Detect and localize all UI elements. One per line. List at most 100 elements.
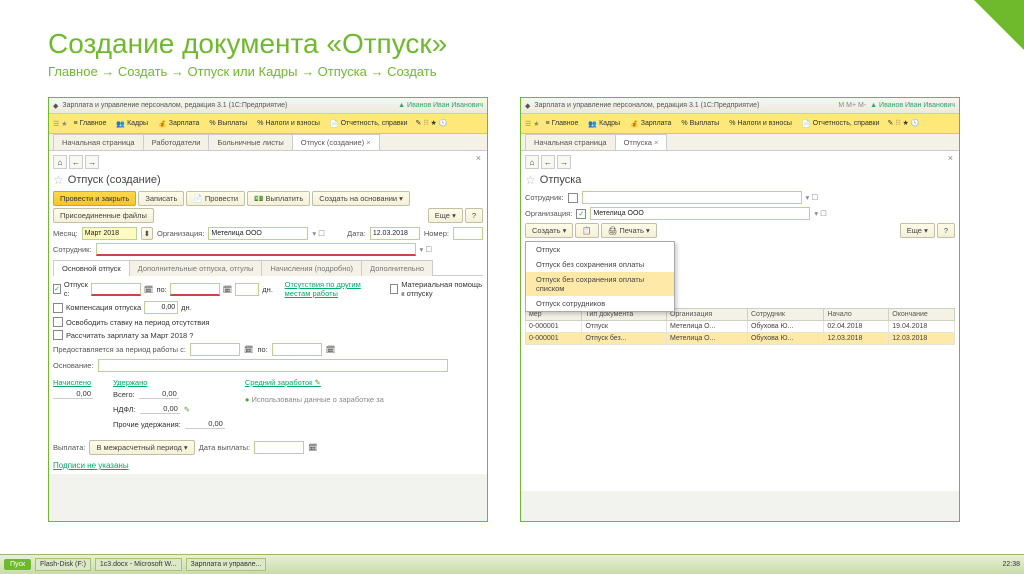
menu-zarplata[interactable]: 💰Зарплата [626,118,675,130]
tab-employers[interactable]: Работодатели [143,134,210,150]
avg-link[interactable]: Средний заработок ✎ [245,378,384,387]
nav-home-icon[interactable]: ⌂ [53,155,67,169]
pencil-icon[interactable]: ✎ [184,405,190,414]
star-icon[interactable]: ☆ [53,173,64,187]
menu-vyplaty[interactable]: %Выплаты [205,118,251,129]
date-input[interactable] [370,227,420,240]
more-button[interactable]: Еще ▾ [428,208,463,223]
window-title: Зарплата и управление персоналом, редакц… [534,102,759,109]
attachments-button[interactable]: Присоединенные файлы [53,208,154,223]
vac-days[interactable] [235,283,259,296]
subtab-accrual[interactable]: Начисления (подробно) [261,260,362,276]
subtab-main[interactable]: Основной отпуск [53,260,130,276]
screenshot-right: ◆ Зарплата и управление персоналом, реда… [520,97,960,522]
sign-link[interactable]: Подписи не указаны [53,461,483,470]
comp-val[interactable] [144,301,178,314]
print-button[interactable]: 🖨 Печать ▾ [601,223,657,238]
user-label: ▲ Иванов Иван Иванович [870,102,955,109]
tab-sick[interactable]: Больничные листы [208,134,292,150]
screenshot-left: ◆ Зарплата и управление персоналом, реда… [48,97,488,522]
menu-kadry[interactable]: 👥Кадры [112,118,152,130]
free-chk[interactable] [53,317,63,327]
menu-nalogi[interactable]: %Налоги и взносы [253,118,324,129]
vac-to-input[interactable] [170,283,220,296]
other-absence-link[interactable]: Отсутствия по другим местам работы [285,280,379,298]
post-close-button[interactable]: Провести и закрыть [53,191,136,206]
post-button[interactable]: 📄 Провести [186,191,245,206]
copy-icon[interactable]: 📋 [575,223,598,238]
dd-unpaid-list[interactable]: Отпуск без сохранения оплаты списком [526,272,674,296]
menu-kadry[interactable]: 👥Кадры [584,118,624,130]
tab-vacations[interactable]: Отпуска × [615,134,668,150]
emp-input[interactable] [96,243,416,256]
org-label: Организация: [157,229,204,238]
pay-period-select[interactable]: В межрасчетный период ▾ [89,440,194,455]
task-item[interactable]: Flash-Disk (F:) [35,558,91,571]
nav-home-icon[interactable]: ⌂ [525,155,539,169]
tab-vacation-create[interactable]: Отпуск (создание) × [292,134,380,150]
table-row[interactable]: 0-000001ОтпускМетелица О...Обухова Ю...0… [526,321,955,333]
month-spin[interactable]: ⬍ [141,227,153,240]
menu-main[interactable]: ≡Главное [542,118,583,129]
main-menu: ☰ ★ ≡Главное 👥Кадры 💰Зарплата %Выплаты %… [49,114,487,134]
close-icon[interactable]: × [476,153,481,163]
menu-vyplaty[interactable]: %Выплаты [677,118,723,129]
pay-button[interactable]: 💵 Выплатить [247,191,310,206]
dd-unpaid[interactable]: Отпуск без сохранения оплаты [526,257,674,272]
tab-start[interactable]: Начальная страница [53,134,144,150]
vac-from-input[interactable] [91,283,141,296]
reason-input[interactable] [98,359,448,372]
create-dropdown: Отпуск Отпуск без сохранения оплаты Отпу… [525,241,675,312]
subtab-extra[interactable]: Дополнительные отпуска, отгулы [129,260,263,276]
dd-emp-vac[interactable]: Отпуск сотрудников [526,296,674,311]
emp-label: Сотрудник: [53,245,92,254]
emp-filter-chk[interactable] [568,193,578,203]
create-button[interactable]: Создать ▾ [525,223,573,238]
help-button[interactable]: ? [937,223,955,238]
slide-subtitle: Главное → Создать → Отпуск или Кадры → О… [0,64,1024,79]
accrued-link[interactable]: Начислено [53,378,93,387]
write-button[interactable]: Записать [138,191,184,206]
calc-chk[interactable] [53,330,63,340]
menu-nalogi[interactable]: %Налоги и взносы [725,118,796,129]
material-chk[interactable] [390,284,398,294]
task-item[interactable]: 1с3.docx - Microsoft W... [95,558,182,571]
star-icon[interactable]: ☆ [525,173,536,187]
start-button[interactable]: Пуск [4,559,31,570]
num-input[interactable] [453,227,483,240]
help-button[interactable]: ? [465,208,483,223]
date-label: Дата: [347,229,366,238]
nav-fwd-icon[interactable]: → [557,155,571,169]
menu-zarplata[interactable]: 💰Зарплата [154,118,203,130]
nav-back-icon[interactable]: ← [541,155,555,169]
main-menu: ☰ ★ ≡Главное 👥Кадры 💰Зарплата %Выплаты %… [521,114,959,134]
task-item[interactable]: Зарплата и управле... [186,558,267,571]
month-label: Месяц: [53,229,78,238]
period-from[interactable] [190,343,240,356]
period-to[interactable] [272,343,322,356]
more-button[interactable]: Еще ▾ [900,223,935,238]
tab-start[interactable]: Начальная страница [525,134,616,150]
emp-filter-input[interactable] [582,191,802,204]
org-input[interactable] [208,227,308,240]
vacation-chk[interactable]: ✓ [53,284,61,294]
dd-vacation[interactable]: Отпуск [526,242,674,257]
menu-reports[interactable]: 📄Отчетность, справки [326,118,412,130]
held-link[interactable]: Удержано [113,378,225,387]
subtab-more[interactable]: Дополнительно [361,260,433,276]
slide-title: Создание документа «Отпуск» [0,0,1024,64]
menu-reports[interactable]: 📄Отчетность, справки [798,118,884,130]
user-label: ▲ Иванов Иван Иванович [398,102,483,109]
create-on-basis-button[interactable]: Создать на основании ▾ [312,191,410,206]
org-filter-chk[interactable]: ✓ [576,209,586,219]
org-filter-input[interactable] [590,207,810,220]
table-row[interactable]: 0-000001Отпуск без...Метелица О...Обухов… [526,333,955,345]
nav-back-icon[interactable]: ← [69,155,83,169]
close-icon[interactable]: × [948,153,953,163]
menu-main[interactable]: ≡Главное [70,118,111,129]
pay-date-input[interactable] [254,441,304,454]
app-icon: ◆ [53,102,58,110]
nav-fwd-icon[interactable]: → [85,155,99,169]
month-input[interactable] [82,227,137,240]
comp-chk[interactable] [53,303,63,313]
